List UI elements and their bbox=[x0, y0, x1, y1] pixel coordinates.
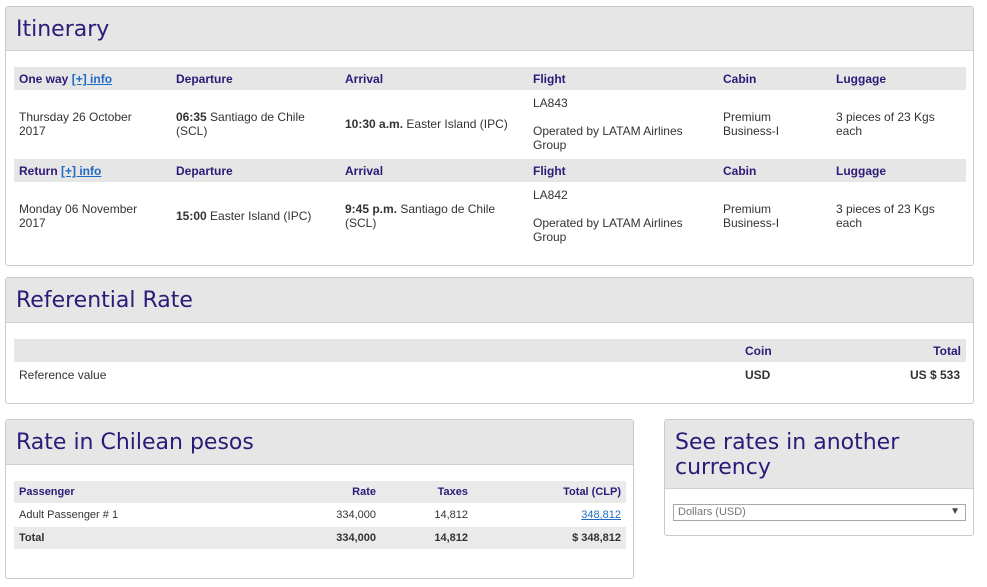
outbound-arr-time: 10:30 a.m. bbox=[345, 117, 404, 131]
outbound-direction-label: One way [+] info bbox=[19, 72, 113, 86]
outbound-arrival: 10:30 a.m. Easter Island (IPC) bbox=[345, 117, 525, 131]
return-arrival: 9:45 p.m. Santiago de Chile (SCL) bbox=[345, 202, 515, 230]
outbound-operated-by: Operated by LATAM Airlines Group bbox=[533, 124, 683, 152]
return-flight-header: Flight bbox=[533, 164, 566, 178]
taxes-header: Taxes bbox=[437, 486, 468, 498]
reference-total: US $ 533 bbox=[909, 368, 960, 382]
outbound-cabin: Premium Business-I bbox=[723, 110, 780, 138]
total-label: Total bbox=[19, 532, 45, 544]
return-info-link[interactable]: [+] info bbox=[61, 164, 101, 178]
return-operated-by: Operated by LATAM Airlines Group bbox=[533, 216, 683, 244]
total-rate: 334,000 bbox=[336, 532, 376, 544]
taxes-cell: 14,812 bbox=[434, 509, 468, 521]
outbound-info-link[interactable]: [+] info bbox=[72, 72, 112, 86]
passenger-header: Passenger bbox=[19, 486, 75, 498]
clp-rate-title: Rate in Chilean pesos bbox=[6, 420, 633, 465]
referential-rate-panel: Referential Rate Coin Total Reference va… bbox=[5, 277, 974, 404]
outbound-flight-number: LA843 bbox=[533, 96, 568, 110]
outbound-cabin-header: Cabin bbox=[723, 72, 757, 86]
clp-rate-panel: Rate in Chilean pesos Passenger Rate Tax… bbox=[5, 419, 634, 579]
return-arrival-header: Arrival bbox=[345, 164, 384, 178]
return-luggage-header: Luggage bbox=[836, 164, 886, 178]
outbound-flight-header: Flight bbox=[533, 72, 566, 86]
currency-title: See rates in another currency bbox=[665, 420, 973, 489]
table-row: Adult Passenger # 1 334,000 14,812 348,8… bbox=[14, 504, 626, 526]
total-taxes: 14,812 bbox=[434, 532, 468, 544]
referential-rate-title: Referential Rate bbox=[6, 278, 973, 323]
return-departure: 15:00 Easter Island (IPC) bbox=[176, 209, 336, 223]
currency-select-value: Dollars (USD) bbox=[678, 506, 746, 518]
passenger-cell: Adult Passenger # 1 bbox=[19, 509, 119, 521]
total-cell-link[interactable]: 348,812 bbox=[581, 509, 621, 521]
reference-coin: USD bbox=[745, 368, 771, 382]
return-direction-label: Return [+] info bbox=[19, 164, 102, 178]
return-luggage: 3 pieces of 23 Kgs each bbox=[836, 202, 935, 230]
return-header-row: Return [+] info Departure Arrival Flight… bbox=[14, 159, 966, 182]
return-dep-time: 15:00 bbox=[176, 209, 207, 223]
total-clp-header: Total (CLP) bbox=[563, 486, 621, 498]
outbound-header-row: One way [+] info Departure Arrival Fligh… bbox=[14, 67, 966, 90]
rate-cell: 334,000 bbox=[336, 509, 376, 521]
itinerary-panel: Itinerary One way [+] info Departure Arr… bbox=[5, 6, 974, 266]
return-date: Monday 06 November 2017 bbox=[19, 202, 138, 230]
total-amount: $ 348,812 bbox=[572, 532, 621, 544]
outbound-date: Thursday 26 October 2017 bbox=[19, 110, 132, 138]
reference-value-label: Reference value bbox=[19, 368, 107, 382]
clp-header-row: Passenger Rate Taxes Total (CLP) bbox=[14, 481, 626, 503]
currency-panel: See rates in another currency Dollars (U… bbox=[664, 419, 974, 536]
return-dep-place: Easter Island (IPC) bbox=[210, 209, 312, 223]
return-cabin-header: Cabin bbox=[723, 164, 757, 178]
coin-header: Coin bbox=[745, 344, 772, 358]
chevron-down-icon: ▼ bbox=[950, 506, 960, 517]
outbound-arrival-header: Arrival bbox=[345, 72, 384, 86]
outbound-luggage: 3 pieces of 23 Kgs each bbox=[836, 110, 935, 138]
referential-header-row: Coin Total bbox=[14, 339, 966, 362]
return-departure-header: Departure bbox=[176, 164, 233, 178]
currency-select[interactable]: Dollars (USD) ▼ bbox=[673, 504, 966, 521]
itinerary-title: Itinerary bbox=[6, 7, 973, 51]
outbound-luggage-header: Luggage bbox=[836, 72, 886, 86]
clp-total-row: Total 334,000 14,812 $ 348,812 bbox=[14, 527, 626, 549]
return-cabin: Premium Business-I bbox=[723, 202, 780, 230]
outbound-departure-header: Departure bbox=[176, 72, 233, 86]
outbound-arr-place: Easter Island (IPC) bbox=[406, 117, 508, 131]
return-flight-number: LA842 bbox=[533, 188, 568, 202]
return-arr-time: 9:45 p.m. bbox=[345, 202, 398, 216]
outbound-dep-time: 06:35 bbox=[176, 110, 207, 124]
outbound-departure: 06:35 Santiago de Chile (SCL) bbox=[176, 110, 326, 138]
total-header: Total bbox=[933, 344, 961, 358]
rate-header: Rate bbox=[352, 486, 376, 498]
